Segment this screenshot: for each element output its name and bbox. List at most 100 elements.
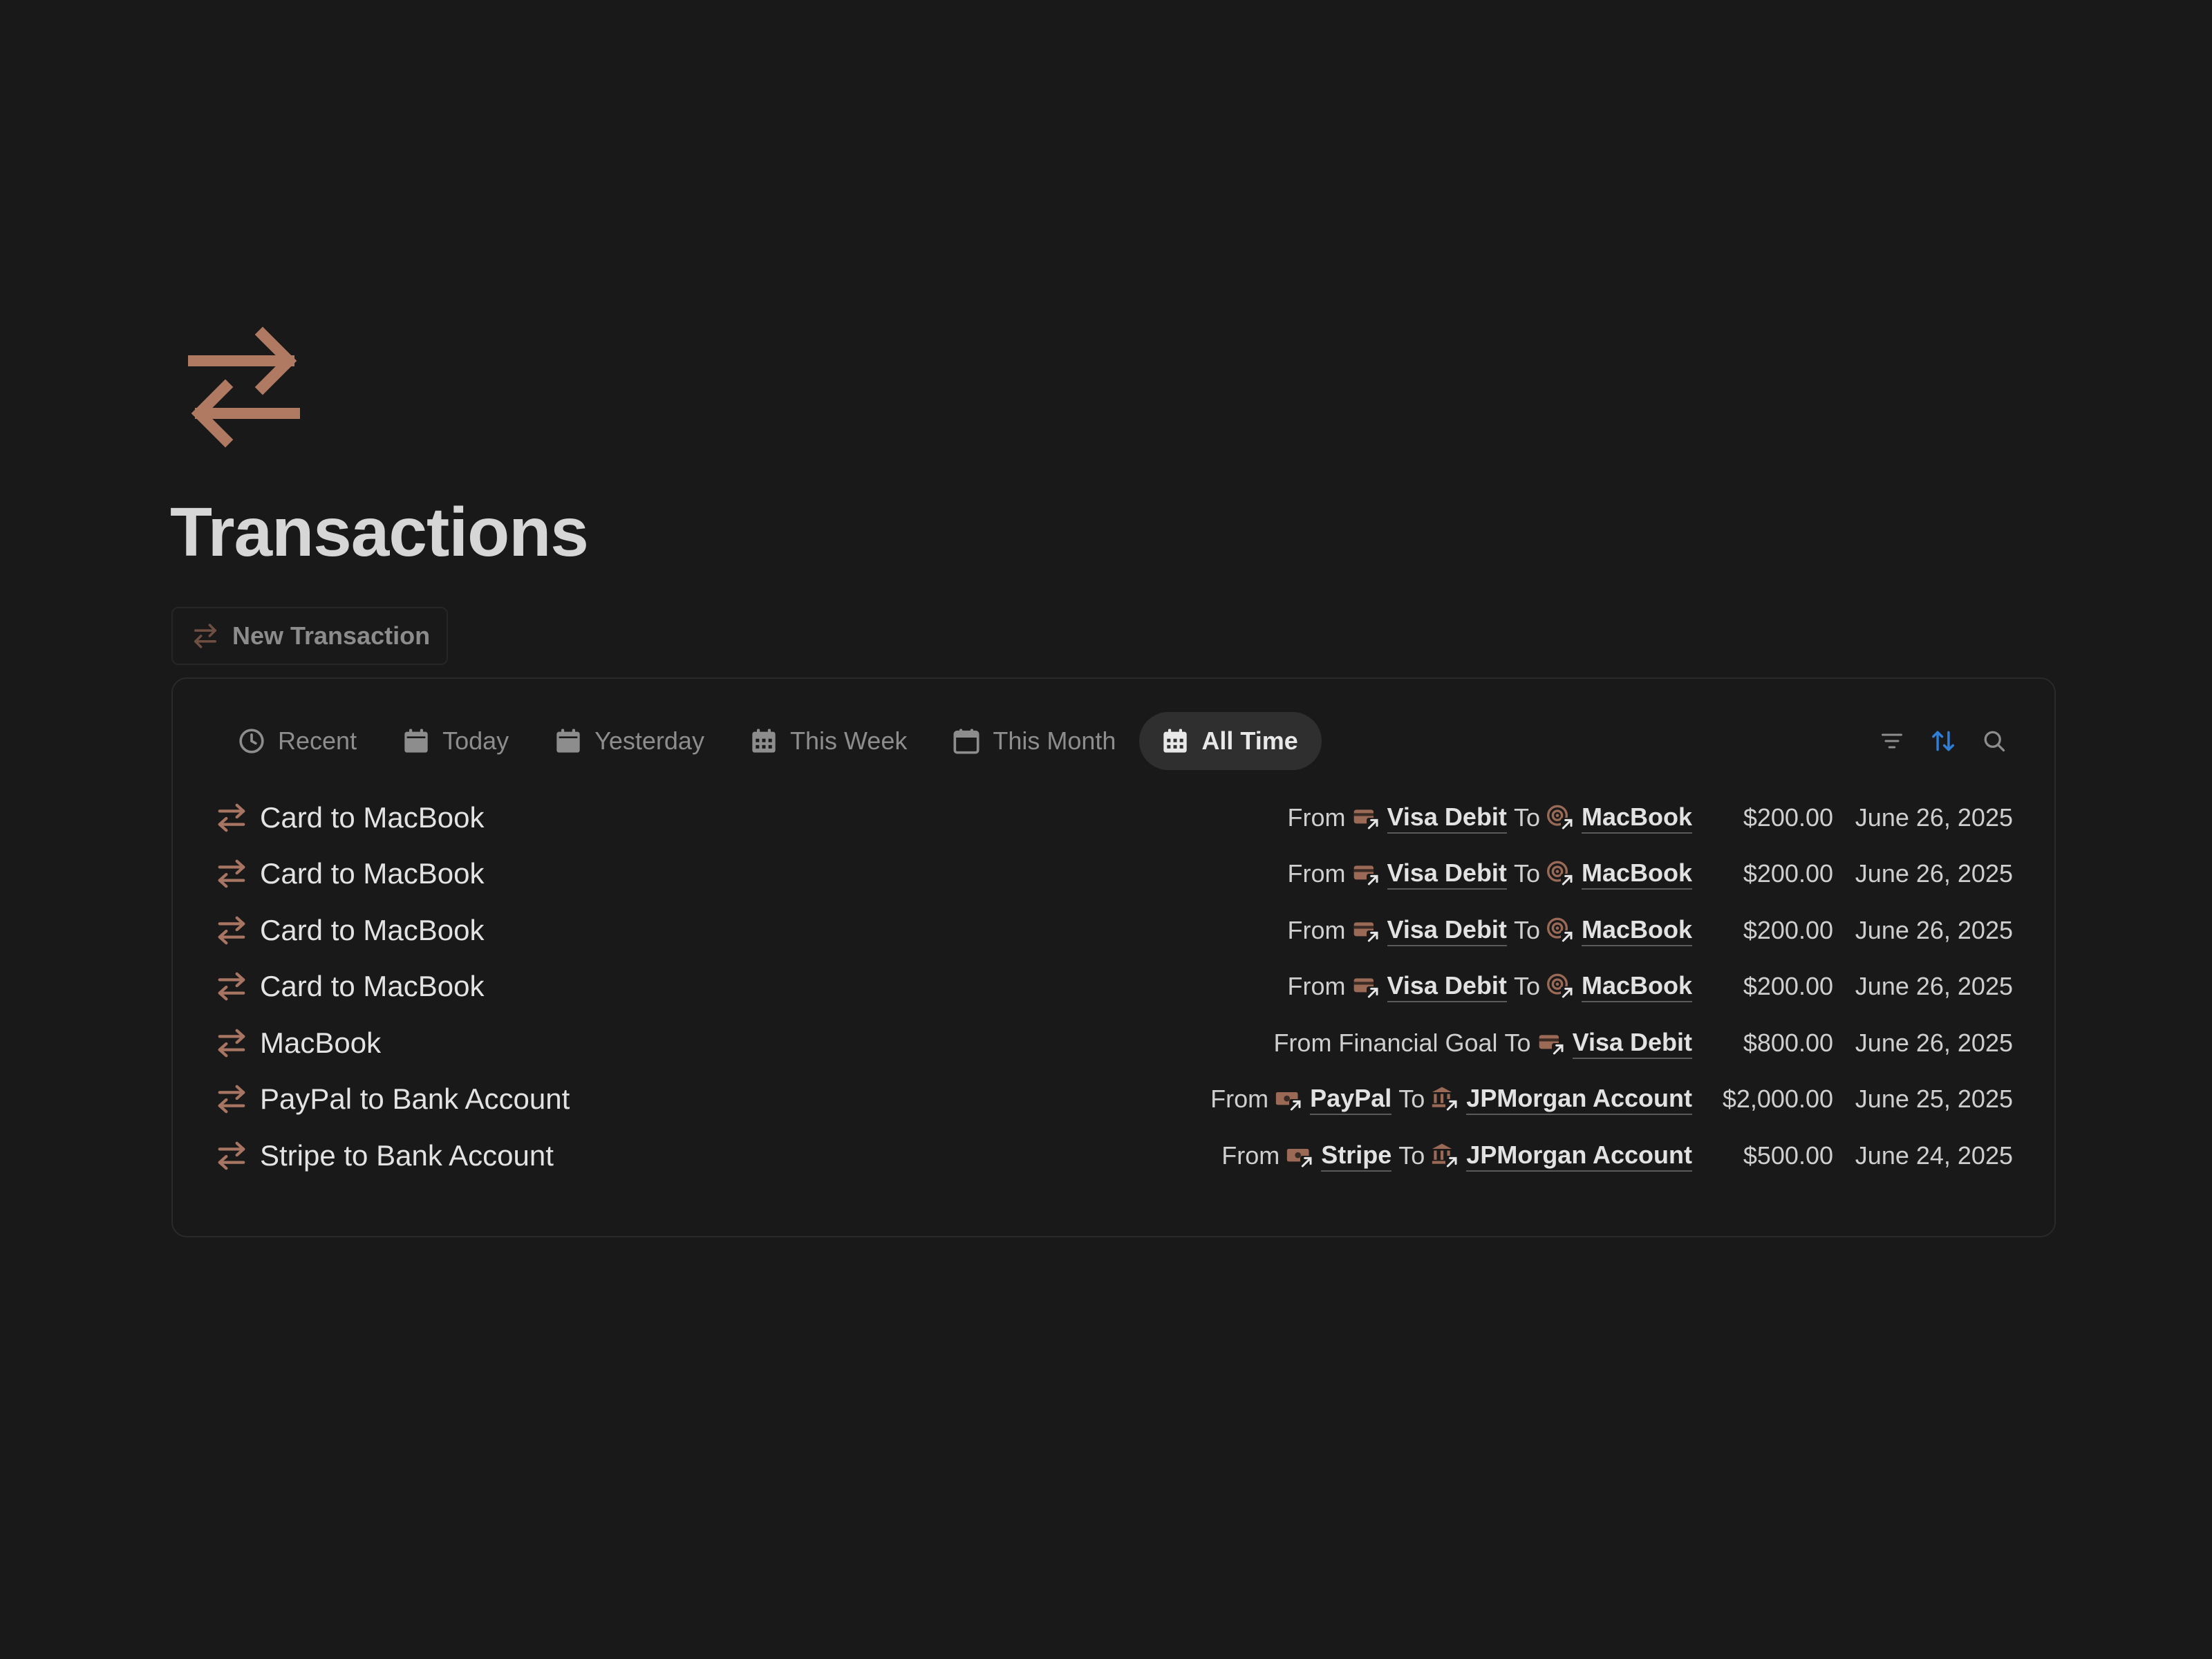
transaction-meta: From Visa Debit To MacBook $200.00 June 26, 2…: [1288, 789, 2013, 846]
search-icon: [1984, 731, 2005, 752]
to-account-link[interactable]: JPMorgan Account: [1466, 1140, 1692, 1172]
to-label: To: [1504, 1028, 1531, 1057]
to-account-link[interactable]: JPMorgan Account: [1466, 1083, 1692, 1116]
filter-button[interactable]: [1876, 725, 1908, 757]
from-account-link[interactable]: Visa Debit: [1387, 858, 1507, 890]
sort-icon: [1932, 731, 1954, 751]
transaction-date: June 26, 2025: [1855, 859, 2013, 888]
transaction-name[interactable]: MacBook: [260, 1027, 381, 1060]
from-label: From: [1287, 915, 1346, 944]
transaction-meta: From Stripe To JPMorgan Account $500.00 June …: [1221, 1127, 2013, 1184]
transaction-amount: $200.00: [1743, 803, 1833, 832]
transaction-name[interactable]: Card to MacBook: [260, 914, 484, 947]
transaction-meta: From PayPal To JPMorgan Account $2,000.00 Jun…: [1210, 1071, 2013, 1128]
from-account-link[interactable]: Visa Debit: [1387, 971, 1507, 1003]
from-label: From: [1287, 972, 1346, 1001]
target-icon: [1546, 973, 1575, 1000]
transaction-name[interactable]: Stripe to Bank Account: [260, 1139, 554, 1172]
tab-label: Today: [442, 727, 509, 755]
cash-icon: [1286, 1142, 1314, 1170]
tab-this-week[interactable]: This Week: [728, 712, 930, 770]
from-label: From: [1287, 803, 1346, 832]
from-label: From: [1221, 1141, 1280, 1170]
from-label: From: [1287, 859, 1346, 888]
search-button[interactable]: [1978, 725, 2010, 757]
transfer-arrows-icon: [188, 326, 300, 448]
transaction-row[interactable]: Card to MacBook From Visa Debit To MacBook $2…: [216, 789, 2013, 846]
tab-this-month[interactable]: This Month: [930, 712, 1139, 770]
transfer-flow: From Visa Debit To MacBook: [1287, 971, 1699, 1003]
transaction-row[interactable]: Card to MacBook From Visa Debit To MacBook $2…: [216, 902, 2013, 959]
to-label: To: [1513, 859, 1540, 888]
to-account-link[interactable]: Visa Debit: [1572, 1027, 1692, 1059]
transaction-amount: $800.00: [1743, 1028, 1833, 1057]
transaction-row[interactable]: MacBook From Financial Goal To Visa Debit $8…: [216, 1015, 2013, 1071]
to-account-link[interactable]: MacBook: [1581, 858, 1692, 890]
filter-icon: [1882, 733, 1902, 749]
transaction-row[interactable]: PayPal to Bank Account From PayPal To JPMorg…: [216, 1071, 2013, 1128]
calendar-grid-icon: [752, 729, 776, 753]
transaction-meta: From Financial Goal To Visa Debit $800.00 Ju…: [1273, 1015, 2013, 1071]
transaction-amount: $500.00: [1743, 1141, 1833, 1170]
bank-icon: [1432, 1085, 1459, 1113]
transaction-row[interactable]: Card to MacBook From Visa Debit To MacBook $2…: [216, 846, 2013, 903]
transaction-name[interactable]: Card to MacBook: [260, 857, 484, 890]
transfer-flow: From Visa Debit To MacBook: [1288, 915, 1699, 946]
transaction-row[interactable]: Card to MacBook From Visa Debit To MacBook $2…: [216, 959, 2013, 1015]
transfer-flow: From Visa Debit To MacBook: [1288, 802, 1699, 834]
to-account-link[interactable]: MacBook: [1581, 802, 1692, 834]
card-icon: [1353, 804, 1380, 832]
target-icon: [1546, 860, 1575, 888]
to-label: To: [1398, 1141, 1425, 1170]
transfer-arrows-icon: [194, 624, 216, 648]
transfer-arrows-icon: [216, 802, 247, 834]
sort-button[interactable]: [1927, 725, 1959, 757]
transaction-name[interactable]: Card to MacBook: [260, 801, 484, 834]
tab-today[interactable]: Today: [380, 712, 532, 770]
tab-all-time[interactable]: All Time: [1139, 712, 1322, 770]
transaction-name[interactable]: Card to MacBook: [260, 970, 484, 1003]
to-label: To: [1398, 1085, 1425, 1114]
from-account-link[interactable]: Stripe: [1321, 1140, 1392, 1172]
transaction-date: June 26, 2025: [1855, 915, 2013, 944]
transaction-date: June 26, 2025: [1855, 803, 2013, 832]
tab-label: This Week: [789, 727, 908, 755]
from-label: From Financial Goal: [1273, 1028, 1498, 1057]
transfer-arrows-icon: [216, 971, 247, 1002]
transfer-flow: From Financial Goal To Visa Debit: [1273, 1027, 1699, 1059]
transaction-amount: $200.00: [1743, 859, 1833, 888]
transaction-date: June 26, 2025: [1855, 1028, 2013, 1057]
transfer-flow: From Visa Debit To MacBook: [1288, 858, 1699, 890]
transfer-flow: From Stripe To JPMorgan Account: [1221, 1140, 1699, 1172]
transaction-meta: From Visa Debit To MacBook $200.00 June 26, 2…: [1288, 959, 2013, 1015]
transaction-amount: $200.00: [1743, 915, 1833, 944]
to-account-link[interactable]: MacBook: [1581, 971, 1692, 1003]
from-account-link[interactable]: PayPal: [1310, 1083, 1392, 1116]
transaction-date: June 25, 2025: [1855, 1085, 2013, 1114]
from-account-link[interactable]: Visa Debit: [1387, 802, 1507, 834]
calendar-icon: [953, 729, 980, 754]
transfer-arrows-icon: [216, 915, 247, 946]
to-label: To: [1513, 915, 1540, 944]
transfer-arrows-icon: [216, 1083, 247, 1115]
transaction-name[interactable]: PayPal to Bank Account: [260, 1082, 570, 1116]
transaction-amount: $2,000.00: [1722, 1085, 1833, 1114]
cash-icon: [1275, 1085, 1303, 1113]
tab-label: Recent: [278, 727, 357, 755]
card-icon: [1538, 1029, 1566, 1057]
tab-recent[interactable]: Recent: [216, 712, 380, 770]
transaction-row[interactable]: Stripe to Bank Account From Stripe To JPMorg…: [216, 1127, 2013, 1184]
transaction-date: June 24, 2025: [1855, 1141, 2013, 1170]
from-account-link[interactable]: Visa Debit: [1387, 915, 1507, 946]
transaction-meta: From Visa Debit To MacBook $200.00 June 26, 2…: [1288, 846, 2013, 903]
tab-label: All Time: [1201, 727, 1298, 755]
transactions-view: Recent Today Yesterday This Week This Mo…: [171, 677, 2056, 1237]
transfer-arrows-icon: [216, 1027, 247, 1059]
tab-label: This Month: [993, 727, 1116, 755]
to-account-link[interactable]: MacBook: [1581, 915, 1692, 946]
tab-yesterday[interactable]: Yesterday: [532, 712, 728, 770]
tab-label: Yesterday: [594, 727, 704, 755]
transaction-meta: From Visa Debit To MacBook $200.00 June 26, 2…: [1288, 902, 2013, 959]
new-transaction-button[interactable]: New Transaction: [171, 607, 448, 665]
transaction-amount: $200.00: [1743, 972, 1833, 1001]
